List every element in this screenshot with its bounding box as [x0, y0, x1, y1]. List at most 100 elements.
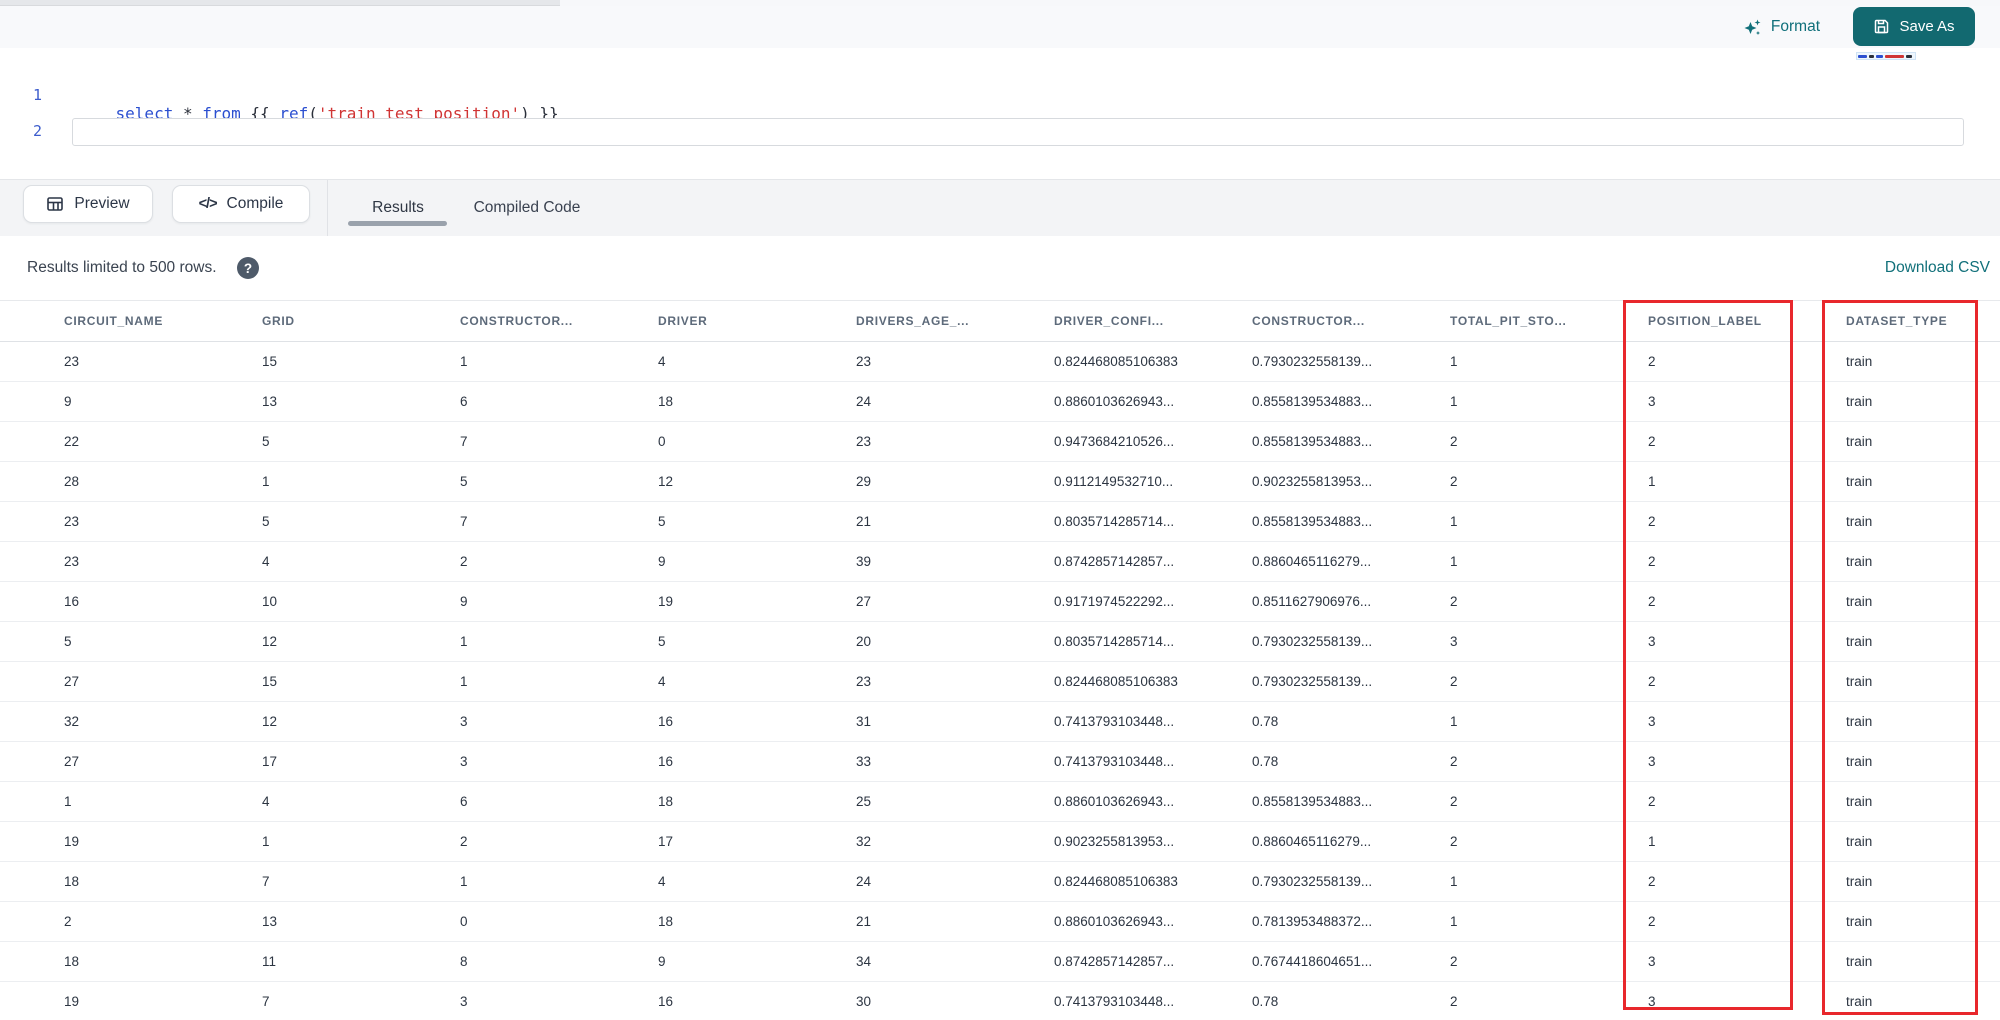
table-cell: 1 — [460, 874, 468, 889]
column-header: CONSTRUCTOR... — [460, 314, 573, 328]
table-cell: 3 — [1450, 634, 1458, 649]
table-cell: 3 — [1648, 954, 1656, 969]
table-cell: 19 — [64, 834, 80, 849]
table-cell: 2 — [1648, 674, 1656, 689]
table-cell: 0.78 — [1252, 754, 1279, 769]
compile-button[interactable]: </> Compile — [172, 185, 310, 223]
table-cell: 0.8035714285714... — [1054, 634, 1175, 649]
table-cell: 17 — [658, 834, 674, 849]
table-cell: 3 — [460, 994, 468, 1009]
table-cell: 3 — [1648, 714, 1656, 729]
table-cell: 17 — [262, 754, 278, 769]
tab-results[interactable]: Results — [348, 180, 448, 236]
table-cell: 12 — [658, 474, 674, 489]
results-table: CIRCUIT_NAME GRID CONSTRUCTOR... DRIVER DRIV… — [0, 300, 2000, 1020]
format-button-label: Format — [1770, 18, 1820, 35]
table-cell: 18 — [658, 794, 674, 809]
table-cell: 39 — [856, 554, 872, 569]
table-row: 23 5 7 5 21 0.8035714285714... 0.8558139534883… — [0, 502, 2000, 542]
table-cell: 0.7413793103448... — [1054, 754, 1175, 769]
table-cell: 3 — [1648, 634, 1656, 649]
table-cell: 28 — [64, 474, 80, 489]
table-cell: 27 — [856, 594, 872, 609]
table-grid-icon — [46, 195, 64, 213]
table-cell: 23 — [856, 434, 872, 449]
table-cell: 0.7413793103448... — [1054, 994, 1175, 1009]
table-cell: train — [1846, 554, 1873, 569]
help-icon[interactable]: ? — [237, 257, 259, 279]
table-cell: 0.7413793103448... — [1054, 714, 1175, 729]
table-cell: train — [1846, 594, 1873, 609]
active-line-cursor-box[interactable] — [72, 118, 1964, 146]
table-cell: train — [1846, 954, 1873, 969]
table-cell: 12 — [262, 634, 278, 649]
table-row: 18 7 1 4 24 0.824468085106383 0.7930232558139.… — [0, 862, 2000, 902]
table-cell: 9 — [64, 394, 72, 409]
table-cell: 0.7813953488372... — [1252, 914, 1373, 929]
table-cell: 0.8860103626943... — [1054, 394, 1175, 409]
results-table-body: 23 15 1 4 23 0.824468085106383 0.7930232558139… — [0, 342, 2000, 1020]
table-cell: 0.9473684210526... — [1054, 434, 1175, 449]
table-cell: 7 — [262, 874, 270, 889]
table-cell: 3 — [1648, 394, 1656, 409]
table-cell: 3 — [1648, 754, 1656, 769]
table-cell: 16 — [658, 754, 674, 769]
table-cell: 2 — [1450, 434, 1458, 449]
table-row: 1 4 6 18 25 0.8860103626943... 0.8558139534883… — [0, 782, 2000, 822]
editor-minimap[interactable] — [1856, 52, 1916, 60]
table-cell: 2 — [1648, 594, 1656, 609]
table-row: 28 1 5 12 29 0.9112149532710... 0.902325581395… — [0, 462, 2000, 502]
column-header: DRIVER_CONFI... — [1054, 314, 1164, 328]
table-row: 16 10 9 19 27 0.9171974522292... 0.85116279069… — [0, 582, 2000, 622]
table-cell: 31 — [856, 714, 872, 729]
table-cell: 2 — [1450, 754, 1458, 769]
preview-button[interactable]: Preview — [23, 185, 153, 223]
line-number: 1 — [32, 86, 42, 104]
table-cell: 2 — [1648, 554, 1656, 569]
table-cell: 0.8558139534883... — [1252, 434, 1373, 449]
table-cell: 9 — [658, 954, 666, 969]
table-cell: 0 — [658, 434, 666, 449]
results-limit-note: Results limited to 500 rows. — [27, 259, 217, 276]
column-header: TOTAL_PIT_STO... — [1450, 314, 1567, 328]
table-cell: 0.8035714285714... — [1054, 514, 1175, 529]
table-cell: 0.824468085106383 — [1054, 874, 1178, 889]
table-cell: train — [1846, 994, 1873, 1009]
results-info-bar: Results limited to 500 rows. ? Download … — [0, 236, 2000, 300]
table-cell: 1 — [1450, 554, 1458, 569]
save-as-button-label: Save As — [1899, 18, 1955, 35]
table-row: 19 1 2 17 32 0.9023255813953... 0.886046511627… — [0, 822, 2000, 862]
table-cell: 0.8558139534883... — [1252, 514, 1373, 529]
table-cell: 4 — [658, 874, 666, 889]
table-cell: 24 — [856, 394, 872, 409]
table-cell: 27 — [64, 674, 80, 689]
table-cell: train — [1846, 354, 1873, 369]
table-cell: 2 — [1450, 954, 1458, 969]
table-cell: 0.7930232558139... — [1252, 874, 1373, 889]
table-cell: 1 — [262, 474, 270, 489]
format-button[interactable]: Format — [1743, 6, 1820, 48]
table-cell: train — [1846, 794, 1873, 809]
table-cell: 20 — [856, 634, 872, 649]
table-cell: 0.8860103626943... — [1054, 914, 1175, 929]
download-csv-link[interactable]: Download CSV — [1885, 236, 1990, 300]
editor-toolbar: Format Save As — [0, 6, 2000, 48]
table-cell: 19 — [658, 594, 674, 609]
table-cell: 0.824468085106383 — [1054, 354, 1178, 369]
sql-editor[interactable]: 1 2 select * from {{ ref('train_test_pos… — [0, 48, 2000, 179]
table-cell: 5 — [460, 474, 468, 489]
save-as-button[interactable]: Save As — [1853, 7, 1975, 46]
table-cell: 0.8511627906976... — [1252, 594, 1372, 609]
table-cell: train — [1846, 474, 1873, 489]
table-cell: 23 — [64, 514, 80, 529]
tab-compiled-code[interactable]: Compiled Code — [457, 180, 597, 236]
table-cell: 6 — [460, 794, 468, 809]
table-cell: 1 — [1450, 394, 1458, 409]
table-cell: 0.9112149532710... — [1054, 474, 1174, 489]
table-cell: 7 — [262, 994, 270, 1009]
table-cell: 1 — [1648, 474, 1656, 489]
table-cell: 3 — [460, 754, 468, 769]
table-cell: train — [1846, 754, 1873, 769]
table-cell: 32 — [64, 714, 80, 729]
table-cell: 4 — [658, 354, 666, 369]
